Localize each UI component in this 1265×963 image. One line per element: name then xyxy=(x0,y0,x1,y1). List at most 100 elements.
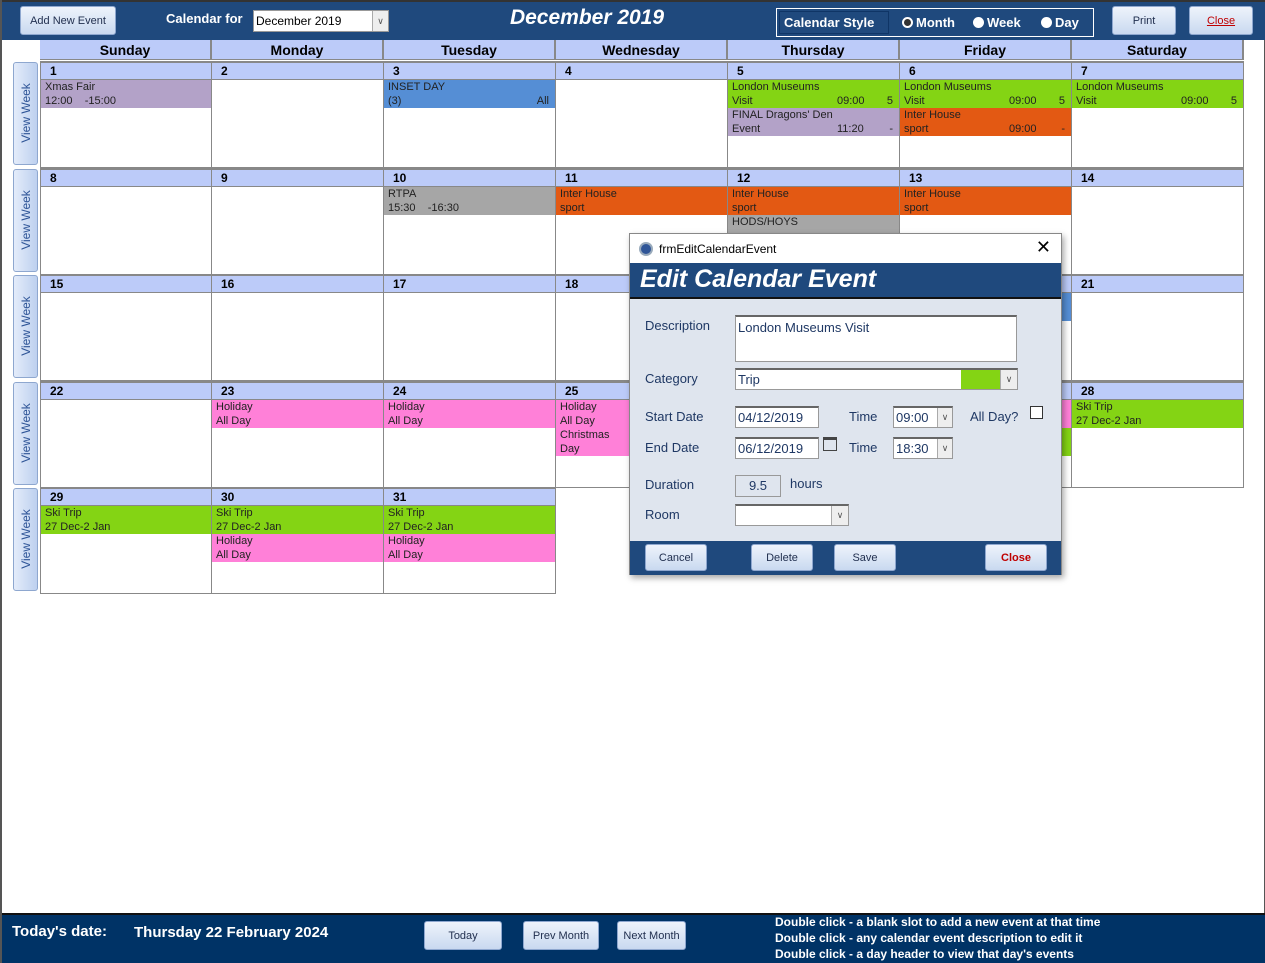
day-cell[interactable]: 9 xyxy=(212,168,384,275)
day-header-friday[interactable]: Friday xyxy=(900,40,1072,60)
view-week-button[interactable]: View Week xyxy=(13,169,38,272)
day-number[interactable]: 10 xyxy=(384,168,555,187)
dialog-close-button[interactable]: Close xyxy=(985,544,1047,571)
calendar-event[interactable]: Inter House sport xyxy=(728,187,899,215)
calendar-event[interactable]: Holiday All Day xyxy=(384,400,555,428)
day-cell[interactable]: 16 xyxy=(212,274,384,381)
day-cell[interactable]: 28 Ski Trip 27 Dec-2 Jan xyxy=(1072,381,1244,488)
calendar-event[interactable]: Holiday All Day xyxy=(384,534,555,562)
calendar-event[interactable]: Ski Trip 27 Dec-2 Jan xyxy=(212,506,383,534)
day-header-thursday[interactable]: Thursday xyxy=(728,40,900,60)
delete-button[interactable]: Delete xyxy=(751,544,813,571)
cancel-button[interactable]: Cancel xyxy=(645,544,707,571)
day-cell[interactable]: 31 Ski Trip 27 Dec-2 Jan Holiday All Day xyxy=(384,487,556,594)
day-number[interactable]: 21 xyxy=(1072,274,1243,293)
day-number[interactable]: 31 xyxy=(384,487,555,506)
day-number[interactable]: 1 xyxy=(41,61,211,80)
day-number[interactable]: 5 xyxy=(728,61,899,80)
view-week-button[interactable]: View Week xyxy=(13,488,38,591)
end-date-input[interactable]: 06/12/2019 xyxy=(735,437,819,459)
day-number[interactable]: 28 xyxy=(1072,381,1243,400)
day-cell[interactable]: 4 xyxy=(556,61,728,168)
calendar-picker-icon[interactable] xyxy=(823,437,837,451)
category-select[interactable]: Trip ∨ xyxy=(735,368,1018,390)
day-cell[interactable]: 23 Holiday All Day xyxy=(212,381,384,488)
chevron-down-icon[interactable]: ∨ xyxy=(372,11,388,31)
view-week-button[interactable]: View Week xyxy=(13,62,38,165)
day-header-monday[interactable]: Monday xyxy=(212,40,384,60)
chevron-down-icon[interactable]: ∨ xyxy=(937,439,952,458)
day-cell[interactable]: 7 London Museums Visit 09:00 5 xyxy=(1072,61,1244,168)
calendar-event[interactable]: Ski Trip 27 Dec-2 Jan xyxy=(41,506,211,534)
day-number[interactable]: 4 xyxy=(556,61,727,80)
day-number[interactable]: 23 xyxy=(212,381,383,400)
view-week-button[interactable]: View Week xyxy=(13,382,38,485)
day-number[interactable]: 6 xyxy=(900,61,1071,80)
calendar-event[interactable]: London Museums Visit 09:00 5 xyxy=(900,80,1071,108)
day-cell[interactable]: 3 INSET DAY (3) All xyxy=(384,61,556,168)
calendar-event[interactable]: Xmas Fair 12:00 -15:00 xyxy=(41,80,211,108)
day-header-tuesday[interactable]: Tuesday xyxy=(384,40,556,60)
day-header-saturday[interactable]: Saturday xyxy=(1072,40,1244,60)
day-cell[interactable]: 29 Ski Trip 27 Dec-2 Jan xyxy=(40,487,212,594)
calendar-event[interactable]: FINAL Dragons' Den Event 11:20 - xyxy=(728,108,899,136)
day-cell[interactable]: 1 Xmas Fair 12:00 -15:00 xyxy=(40,61,212,168)
view-week-button[interactable]: View Week xyxy=(13,275,38,378)
close-button[interactable]: Close xyxy=(1189,6,1253,35)
day-header-sunday[interactable]: Sunday xyxy=(40,40,212,60)
day-header-wednesday[interactable]: Wednesday xyxy=(556,40,728,60)
day-number[interactable]: 2 xyxy=(212,61,383,80)
day-cell[interactable]: 21 xyxy=(1072,274,1244,381)
chevron-down-icon[interactable]: ∨ xyxy=(937,408,952,427)
today-button[interactable]: Today xyxy=(424,921,502,950)
calendar-event[interactable]: RTPA 15:30 -16:30 xyxy=(384,187,555,215)
day-number[interactable]: 3 xyxy=(384,61,555,80)
room-select[interactable]: ∨ xyxy=(735,504,849,526)
start-time-select[interactable]: 09:00 ∨ xyxy=(893,406,953,428)
day-cell[interactable]: 30 Ski Trip 27 Dec-2 Jan Holiday All Day xyxy=(212,487,384,594)
day-cell[interactable]: 15 xyxy=(40,274,212,381)
day-number[interactable]: 11 xyxy=(556,168,727,187)
day-number[interactable]: 7 xyxy=(1072,61,1243,80)
prev-month-button[interactable]: Prev Month xyxy=(523,921,599,950)
day-number[interactable]: 16 xyxy=(212,274,383,293)
add-new-event-button[interactable]: Add New Event xyxy=(20,6,116,35)
day-number[interactable]: 14 xyxy=(1072,168,1243,187)
day-number[interactable]: 29 xyxy=(41,487,211,506)
style-month-radio[interactable]: Month xyxy=(902,15,955,30)
calendar-event[interactable]: Inter House sport 09:00 - xyxy=(900,108,1071,136)
day-number[interactable]: 22 xyxy=(41,381,211,400)
calendar-event[interactable]: Ski Trip 27 Dec-2 Jan xyxy=(384,506,555,534)
day-cell[interactable]: 24 Holiday All Day xyxy=(384,381,556,488)
calendar-event[interactable]: Holiday All Day xyxy=(212,400,383,428)
chevron-down-icon[interactable]: ∨ xyxy=(831,506,848,525)
calendar-event[interactable]: Inter House sport xyxy=(556,187,727,215)
calendar-event[interactable]: Ski Trip 27 Dec-2 Jan xyxy=(1072,400,1243,428)
day-number[interactable]: 9 xyxy=(212,168,383,187)
end-time-select[interactable]: 18:30 ∨ xyxy=(893,437,953,459)
month-select[interactable]: December 2019 ∨ xyxy=(253,10,389,32)
day-number[interactable]: 8 xyxy=(41,168,211,187)
day-number[interactable]: 24 xyxy=(384,381,555,400)
style-day-radio[interactable]: Day xyxy=(1041,15,1079,30)
day-cell[interactable]: 14 xyxy=(1072,168,1244,275)
calendar-event[interactable]: Holiday All Day xyxy=(212,534,383,562)
calendar-event[interactable]: London Museums Visit 09:00 5 xyxy=(728,80,899,108)
close-icon[interactable]: ✕ xyxy=(1036,237,1051,258)
save-button[interactable]: Save xyxy=(834,544,896,571)
day-cell[interactable]: 8 xyxy=(40,168,212,275)
day-number[interactable]: 17 xyxy=(384,274,555,293)
day-number[interactable]: 15 xyxy=(41,274,211,293)
chevron-down-icon[interactable]: ∨ xyxy=(1000,370,1017,389)
day-number[interactable]: 12 xyxy=(728,168,899,187)
day-cell[interactable]: 6 London Museums Visit 09:00 5 Inter House spo… xyxy=(900,61,1072,168)
calendar-event[interactable]: Inter House sport xyxy=(900,187,1071,215)
description-input[interactable]: London Museums Visit xyxy=(735,315,1017,362)
start-date-input[interactable]: 04/12/2019 xyxy=(735,406,819,428)
next-month-button[interactable]: Next Month xyxy=(617,921,686,950)
day-cell[interactable]: 5 London Museums Visit 09:00 5 FINAL Dragons'… xyxy=(728,61,900,168)
all-day-checkbox[interactable] xyxy=(1030,406,1043,419)
print-button[interactable]: Print xyxy=(1112,6,1176,35)
day-number[interactable]: 13 xyxy=(900,168,1071,187)
calendar-event[interactable]: London Museums Visit 09:00 5 xyxy=(1072,80,1243,108)
